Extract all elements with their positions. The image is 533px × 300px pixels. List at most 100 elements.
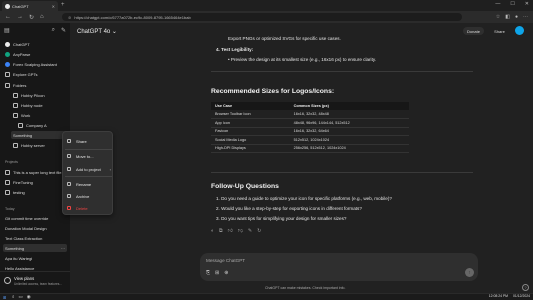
divider xyxy=(211,172,473,173)
menu-item-add-to-project[interactable]: Add to project › xyxy=(67,165,111,173)
chevron-right-icon: › xyxy=(109,166,111,172)
share-button[interactable]: Share xyxy=(490,27,509,35)
minimize-icon[interactable]: — xyxy=(495,1,500,7)
star-icon[interactable]: ☆ xyxy=(496,14,500,20)
composer[interactable]: Message ChatGPT ⎘ ⊞ ⊕ ↑ xyxy=(200,253,478,281)
view-plans[interactable]: View plans Unlimited access, team featur… xyxy=(0,271,70,293)
url-text: https://chatgpt.com/c/6777a072b-ec9c-800… xyxy=(74,14,191,20)
browser-taskbar-icon[interactable]: ◉ xyxy=(27,294,31,300)
clock-time[interactable]: 12:08:24 PM xyxy=(489,294,508,298)
folder-icon xyxy=(5,189,10,195)
table-cell: 256x256, 512x512, 1024x1024 xyxy=(289,144,409,153)
folder-icon xyxy=(18,122,23,128)
close-tab-icon[interactable]: ✕ xyxy=(52,4,55,9)
table-cell: Browser Toolbar Icon xyxy=(211,110,290,119)
folder-icon xyxy=(13,102,18,108)
question-text: Do you need a guide to optimize your ico… xyxy=(221,196,392,201)
sidebar-top: ▤ ⌕ ✎ xyxy=(0,23,70,38)
regenerate-icon[interactable]: ↻ xyxy=(257,228,261,234)
sidebar-item-label: Explore GPTs xyxy=(13,71,38,77)
thumbs-down-icon[interactable]: 👎︎ xyxy=(238,228,243,234)
sidebar-folders-header[interactable]: Folders xyxy=(3,81,67,89)
chat-history-item[interactable]: Text Class Extraction xyxy=(3,234,67,242)
folder-item[interactable]: Hobby node xyxy=(11,101,67,109)
project-item[interactable]: testing xyxy=(3,188,67,196)
new-tab-icon[interactable]: + xyxy=(61,2,65,8)
folder-item[interactable]: Company A xyxy=(16,121,67,129)
help-icon[interactable]: ? xyxy=(522,284,529,291)
message-input[interactable]: Message ChatGPT xyxy=(206,258,245,263)
chat-history-item[interactable]: Apa itu Wartegi xyxy=(3,254,67,262)
sidebar-item-chatgpt[interactable]: ChatGPT xyxy=(3,40,67,48)
address-bar[interactable]: ⊚ https://chatgpt.com/c/6777a072b-ec9c-8… xyxy=(62,13,462,21)
send-button[interactable]: ↑ xyxy=(465,268,474,277)
tools-icon[interactable]: ⊞ xyxy=(215,270,219,276)
table-cell: 48x48, 96x96, 144x144, 512x512 xyxy=(289,118,409,128)
extensions-icon[interactable]: ◧ xyxy=(505,14,510,20)
folder-item[interactable]: Hobby server xyxy=(11,141,67,149)
chat-options-icon[interactable]: ⋯ xyxy=(61,246,65,251)
sidebar-item-anyparse[interactable]: AnyParse xyxy=(3,50,67,58)
windows-start-icon[interactable]: ⊞ xyxy=(3,295,6,300)
globe-icon[interactable]: ⊕ xyxy=(224,270,228,276)
menu-dots-icon[interactable]: ⋯ xyxy=(523,14,528,20)
chat-label: Git commit time override xyxy=(5,215,49,221)
search-icon[interactable]: ⌕ xyxy=(52,27,55,34)
folder-icon xyxy=(13,142,18,148)
folder-item[interactable]: Hobby Pilcon xyxy=(11,91,67,99)
menu-item-label: Move to... xyxy=(76,153,94,159)
toggle-sidebar-icon[interactable]: ▤ xyxy=(4,27,10,34)
menu-item-move-to[interactable]: Move to... xyxy=(67,152,111,160)
browser-toolbar: ← → ↻ ⌂ ⊚ https://chatgpt.com/c/6777a072… xyxy=(0,11,533,23)
donate-button[interactable]: Donate xyxy=(463,27,484,35)
maximize-icon[interactable]: ☐ xyxy=(510,1,514,7)
clock-date[interactable]: 01/12/2024 xyxy=(513,294,530,298)
menu-item-archive[interactable]: Archive xyxy=(67,192,111,200)
chat-history-item-active[interactable]: Something ⋯ xyxy=(3,244,67,252)
sidebar-item-explore-gpts[interactable]: Explore GPTs xyxy=(3,70,67,78)
menu-item-label: Delete xyxy=(76,205,88,211)
menu-item-share[interactable]: Share xyxy=(67,137,111,145)
folder-icon xyxy=(5,169,10,175)
sidebar-item-forex[interactable]: Forex Scalping Assistant xyxy=(3,60,67,68)
table-row: Browser Toolbar Icon 16x16, 32x32, 48x48 xyxy=(211,110,409,119)
file-explorer-icon[interactable]: ▭ xyxy=(19,294,23,300)
thumbs-up-icon[interactable]: 👍︎ xyxy=(228,228,233,234)
profile-icon[interactable]: ● xyxy=(515,14,518,20)
folder-item[interactable]: Work xyxy=(11,111,67,119)
sidebar-item-label: Forex Scalping Assistant xyxy=(13,61,57,67)
project-item[interactable]: FineTuning xyxy=(3,178,67,186)
avatar[interactable] xyxy=(515,26,524,35)
model-selector[interactable]: ChatGPT 4o ⌄ xyxy=(77,28,117,35)
back-icon[interactable]: ← xyxy=(5,14,11,21)
share-label: Share xyxy=(494,28,505,34)
browser-tab[interactable]: ChatGPT ✕ xyxy=(2,1,58,11)
folder-chat-item[interactable]: Something xyxy=(11,131,67,139)
search-taskbar-icon[interactable]: ⌕ xyxy=(12,294,15,300)
menu-item-delete[interactable]: Delete xyxy=(67,204,111,212)
project-label: FineTuning xyxy=(13,179,33,185)
question-text: Would you like a step-by-step for export… xyxy=(221,206,362,211)
menu-item-rename[interactable]: Rename xyxy=(67,180,111,188)
chat-history-item[interactable]: Donation Modal Design xyxy=(3,224,67,232)
main-panel: ChatGPT 4o ⌄ Donate Share Export PNGs or… xyxy=(70,23,533,293)
edit-icon[interactable]: ✎ xyxy=(248,228,252,234)
forward-icon[interactable]: → xyxy=(17,14,23,21)
new-chat-icon[interactable]: ✎ xyxy=(61,27,66,34)
reload-icon[interactable]: ↻ xyxy=(29,14,34,21)
close-window-icon[interactable]: ✕ xyxy=(525,1,529,7)
chat-history-item[interactable]: Git commit time override xyxy=(3,214,67,222)
bullet-text: • Preview the design at its smallest siz… xyxy=(228,57,377,62)
folder-label: Hobby node xyxy=(21,102,43,108)
attach-icon[interactable]: ⎘ xyxy=(206,270,210,276)
menu-item-label: Rename xyxy=(76,181,92,187)
followup-question: 3. Do you want tips for simplifying your… xyxy=(216,216,347,221)
copy-icon[interactable]: ⧉ xyxy=(219,228,223,234)
model-name: ChatGPT 4o xyxy=(77,29,111,35)
list-item-title: 4. Test Legibility: xyxy=(216,47,254,52)
home-icon[interactable]: ⌂ xyxy=(40,14,44,21)
read-aloud-icon[interactable]: ◐ xyxy=(211,228,214,234)
project-item[interactable]: This is a super long text file... xyxy=(3,168,67,176)
chat-context-menu: Share Move to... Add to project › Rename… xyxy=(62,131,113,215)
tab-title: ChatGPT xyxy=(12,3,29,9)
